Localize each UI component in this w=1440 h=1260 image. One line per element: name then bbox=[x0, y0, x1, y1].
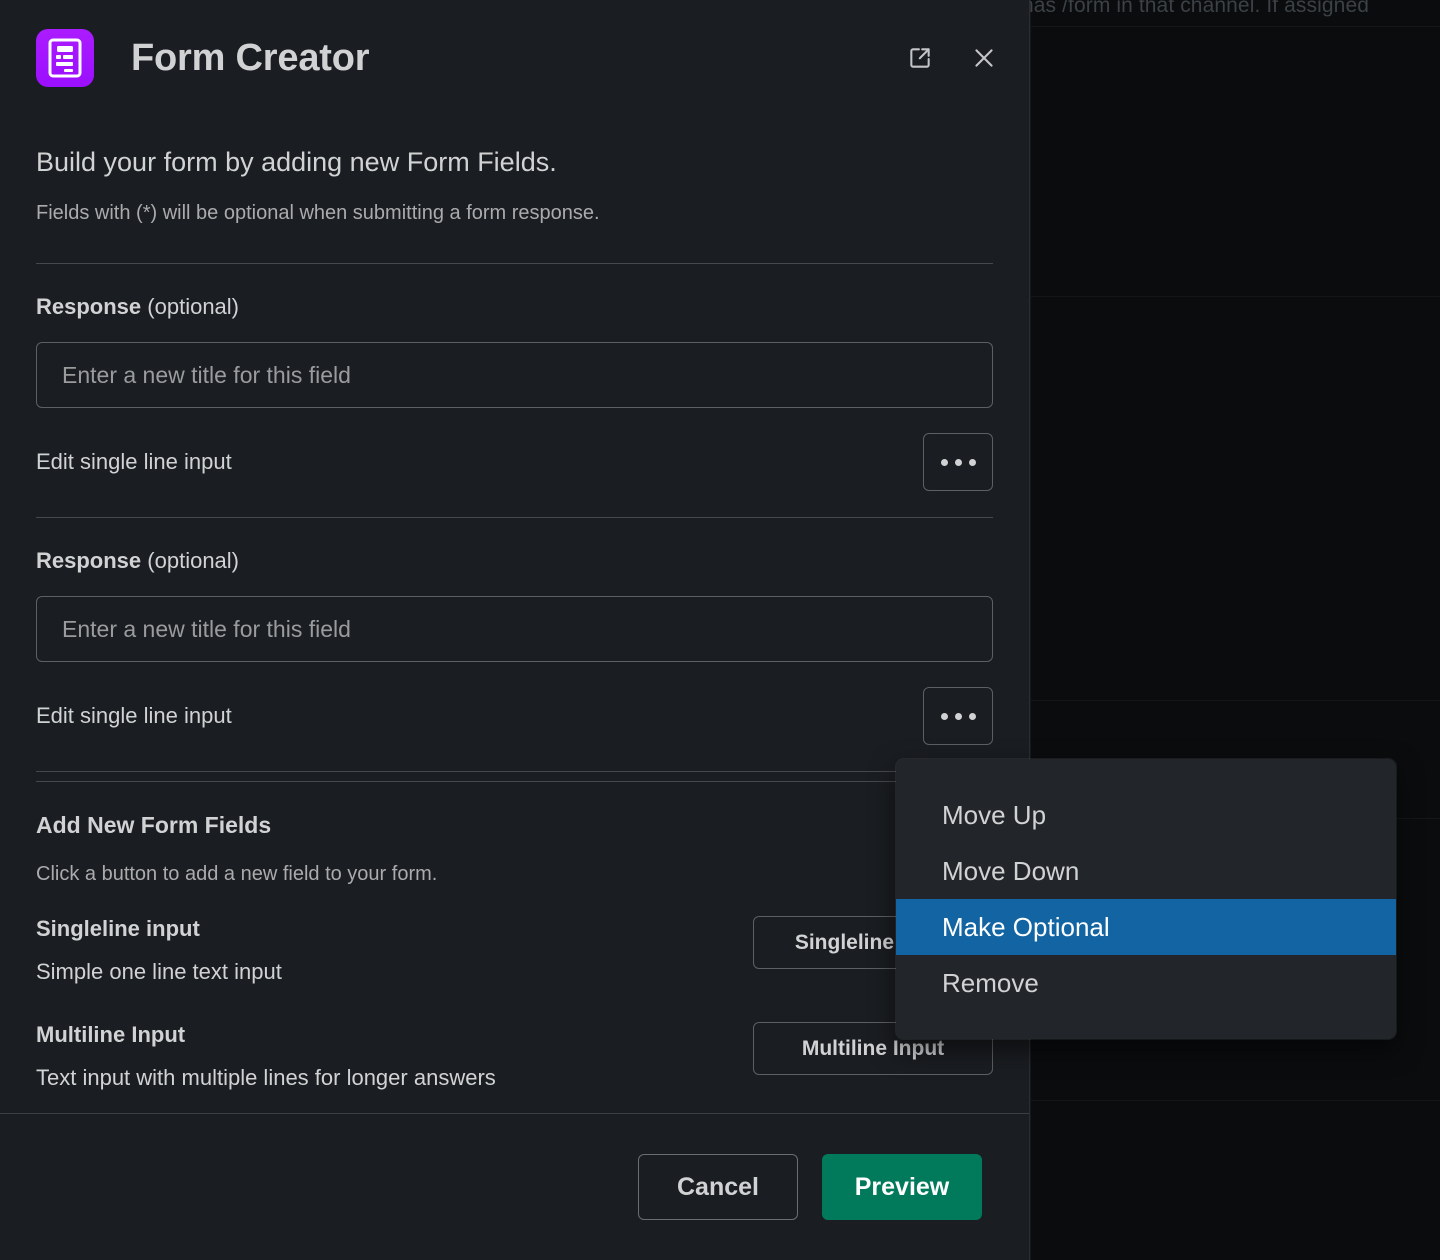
add-field-option: Singleline input Simple one line text in… bbox=[36, 916, 993, 985]
dialog-body: Build your form by adding new Form Field… bbox=[0, 116, 1029, 1112]
field-action-row: Edit single line input bbox=[36, 685, 993, 747]
add-field-title: Singleline input bbox=[36, 916, 200, 942]
dot bbox=[940, 712, 948, 720]
add-fields-heading: Add New Form Fields bbox=[36, 812, 272, 839]
dot bbox=[968, 458, 976, 466]
add-fields-subtitle: Click a button to add a new field to you… bbox=[36, 863, 438, 886]
intro-subtitle: Fields with (*) will be optional when su… bbox=[36, 202, 600, 225]
add-fields-section: Add New Form Fields Click a button to ad… bbox=[36, 782, 993, 1091]
dialog-footer: Cancel Preview bbox=[0, 1113, 1029, 1260]
page-title: Form Creator bbox=[131, 36, 370, 79]
field-title-placeholder: Enter a new title for this field bbox=[62, 361, 351, 388]
form-creator-dialog: Form Creator Build your form by adding n… bbox=[0, 0, 1030, 1260]
field-action-row: Edit single line input bbox=[36, 431, 993, 493]
field-label: Response (optional) bbox=[36, 294, 993, 320]
add-field-option: Multiline Input Text input with multiple… bbox=[36, 1022, 993, 1091]
external-link-icon[interactable] bbox=[903, 41, 937, 75]
field-edit-label: Edit single line input bbox=[36, 449, 232, 475]
menu-item-remove[interactable]: Remove bbox=[896, 955, 1396, 1011]
field-divider bbox=[36, 771, 993, 773]
field-label-optional: (optional) bbox=[147, 294, 239, 320]
background-divider bbox=[1030, 296, 1440, 297]
cancel-button[interactable]: Cancel bbox=[638, 1154, 798, 1220]
background-column-edge bbox=[1030, 0, 1031, 1260]
ellipsis-icon[interactable] bbox=[923, 687, 993, 746]
intro-title: Build your form by adding new Form Field… bbox=[36, 147, 557, 177]
background-divider bbox=[1030, 26, 1440, 27]
background-message-text: has /form in that channel. If assigned bbox=[1022, 0, 1369, 17]
dialog-header-actions bbox=[903, 41, 1001, 75]
field-edit-label: Edit single line input bbox=[36, 703, 232, 729]
form-field-block: Response (optional) Enter a new title fo… bbox=[36, 518, 993, 783]
dot bbox=[954, 458, 962, 466]
dot bbox=[940, 458, 948, 466]
close-icon[interactable] bbox=[967, 41, 1001, 75]
preview-button[interactable]: Preview bbox=[822, 1154, 982, 1220]
dot bbox=[968, 712, 976, 720]
menu-item-make-optional[interactable]: Make Optional bbox=[896, 899, 1396, 955]
add-field-description: Text input with multiple lines for longe… bbox=[36, 1065, 496, 1091]
dot bbox=[954, 712, 962, 720]
ellipsis-icon[interactable] bbox=[923, 433, 993, 492]
dialog-header: Form Creator bbox=[0, 0, 1029, 116]
background-divider bbox=[1030, 1100, 1440, 1101]
field-label-optional: (optional) bbox=[147, 548, 239, 574]
form-document-icon bbox=[36, 29, 94, 87]
field-title-placeholder: Enter a new title for this field bbox=[62, 615, 351, 642]
menu-item-move-up[interactable]: Move Up bbox=[896, 787, 1396, 843]
field-title-input[interactable]: Enter a new title for this field bbox=[36, 596, 993, 663]
background-divider bbox=[1030, 700, 1440, 701]
field-label: Response (optional) bbox=[36, 548, 993, 574]
add-field-info: Multiline Input Text input with multiple… bbox=[36, 1022, 753, 1091]
field-label-name: Response bbox=[36, 294, 142, 320]
menu-item-move-down[interactable]: Move Down bbox=[896, 843, 1396, 899]
add-field-title: Multiline Input bbox=[36, 1022, 186, 1048]
add-field-info: Singleline input Simple one line text in… bbox=[36, 916, 753, 985]
field-title-input[interactable]: Enter a new title for this field bbox=[36, 342, 993, 409]
add-field-description: Simple one line text input bbox=[36, 959, 282, 985]
field-label-name: Response bbox=[36, 548, 142, 574]
form-field-block: Response (optional) Enter a new title fo… bbox=[36, 264, 993, 519]
field-options-menu: Move Up Move Down Make Optional Remove bbox=[896, 759, 1396, 1039]
